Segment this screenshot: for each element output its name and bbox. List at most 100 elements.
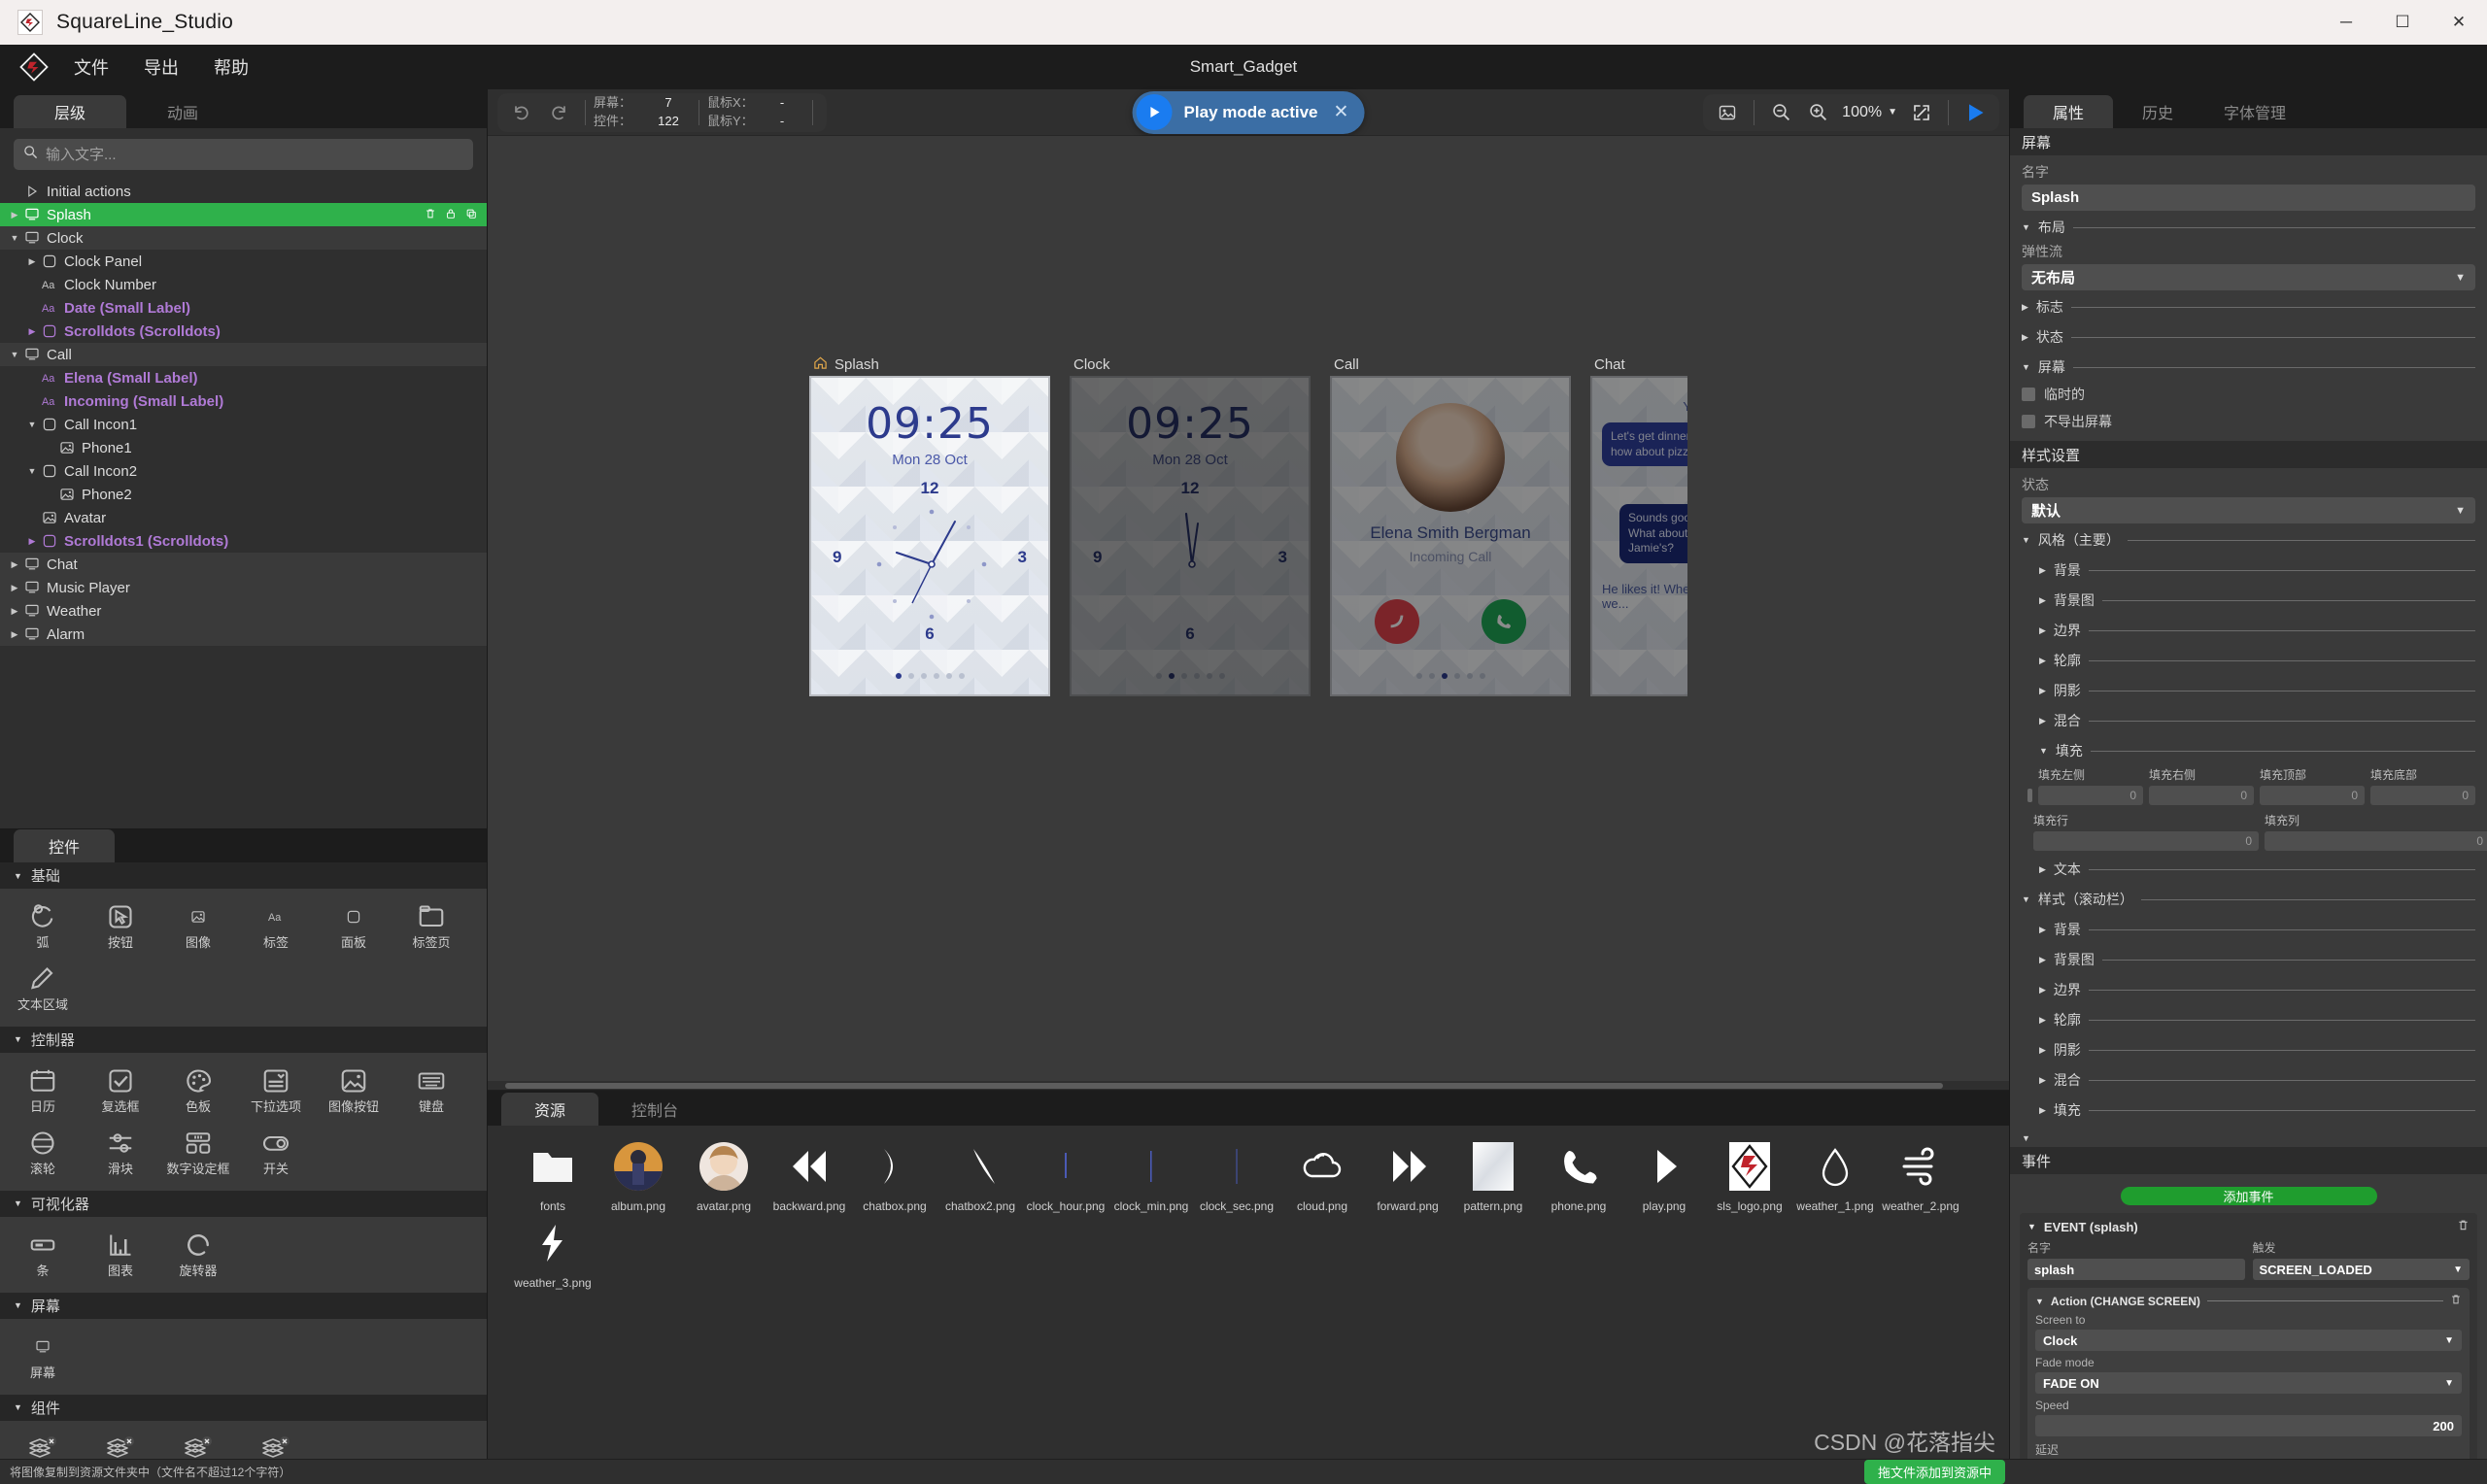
menu-item-export[interactable]: 导出: [126, 45, 196, 89]
menu-item-file[interactable]: 文件: [56, 45, 126, 89]
tree-item[interactable]: ▶Scrolldots1 (Scrolldots): [0, 529, 487, 553]
tree-item[interactable]: ▶Clock Panel: [0, 250, 487, 273]
widget-item[interactable]: 下拉选项: [237, 1059, 315, 1121]
widget-item[interactable]: 色板: [159, 1059, 237, 1121]
widget-item[interactable]: 图像按钮: [315, 1059, 392, 1121]
tree-expand-arrow[interactable]: ▶: [25, 256, 39, 267]
checkbox-noexport[interactable]: [2022, 415, 2035, 428]
tree-expand-arrow[interactable]: ▶: [25, 536, 39, 547]
tree-item[interactable]: ▶Scrolldots (Scrolldots): [0, 320, 487, 343]
asset-item[interactable]: album.png: [596, 1139, 680, 1214]
close-icon[interactable]: ✕: [1334, 101, 1349, 123]
drop-files-button[interactable]: 拖文件添加到资源中: [1864, 1460, 2005, 1484]
widget-item[interactable]: 图像: [159, 894, 237, 957]
tree-expand-arrow[interactable]: ▶: [8, 559, 21, 570]
tree-expand-arrow[interactable]: ▼: [25, 420, 39, 429]
events-collapse-header[interactable]: ▼: [2010, 1124, 2487, 1147]
screen-to-dropdown[interactable]: Clock ▼: [2035, 1330, 2462, 1351]
tree-item[interactable]: Phone2: [0, 483, 487, 506]
tree-expand-arrow[interactable]: ▼: [8, 233, 21, 243]
style-property-group[interactable]: ▶填充: [2010, 1094, 2487, 1124]
screen-card-clock[interactable]: Clock 09:25 Mon 28 Oct 12 3 6 9: [1070, 353, 1330, 696]
add-event-button[interactable]: 添加事件: [2121, 1187, 2377, 1205]
widget-section-header[interactable]: ▼控制器: [0, 1027, 487, 1053]
device-preview-splash[interactable]: 09:25 Mon 28 Oct 12 3 6 9: [809, 376, 1050, 696]
widget-section-header[interactable]: ▼可视化器: [0, 1191, 487, 1217]
widget-item[interactable]: Clock dot: [82, 1427, 159, 1459]
delete-icon[interactable]: [425, 207, 436, 223]
padding-group-header[interactable]: ▼ 填充: [2010, 734, 2487, 764]
event-header-row[interactable]: ▼ EVENT (splash): [2027, 1219, 2470, 1234]
asset-item[interactable]: clock_min.png: [1109, 1139, 1193, 1214]
close-button[interactable]: ✕: [2431, 0, 2487, 45]
asset-item[interactable]: avatar.png: [682, 1139, 766, 1214]
asset-item[interactable]: forward.png: [1366, 1139, 1449, 1214]
checkbox-transient[interactable]: [2022, 388, 2035, 401]
padding-left-input[interactable]: 0: [2038, 786, 2143, 805]
minimize-button[interactable]: ─: [2318, 0, 2374, 45]
asset-item[interactable]: cloud.png: [1280, 1139, 1364, 1214]
widget-item[interactable]: 条: [4, 1223, 82, 1285]
tree-item[interactable]: ▼Call Incon1: [0, 413, 487, 436]
canvas-hscrollbar[interactable]: [488, 1081, 2009, 1090]
asset-item[interactable]: chatbox2.png: [938, 1139, 1022, 1214]
screen-card-call[interactable]: Call Elena Smith Bergman Incoming Call: [1330, 353, 1590, 696]
widget-section-header[interactable]: ▼基础: [0, 862, 487, 889]
tree-item[interactable]: ▶Chat: [0, 553, 487, 576]
asset-item[interactable]: weather_3.png: [511, 1216, 595, 1291]
padding-top-input[interactable]: 0: [2260, 786, 2365, 805]
redo-icon[interactable]: [540, 94, 577, 131]
device-preview-clock[interactable]: 09:25 Mon 28 Oct 12 3 6 9: [1070, 376, 1311, 696]
checkbox-transient-row[interactable]: 临时的: [2010, 381, 2487, 408]
widget-section-header[interactable]: ▼组件: [0, 1395, 487, 1421]
layer-tree[interactable]: Initial actions▶Splash▼Clock▶Clock Panel…: [0, 180, 487, 828]
speed-input[interactable]: 200: [2035, 1415, 2462, 1436]
fit-screen-icon[interactable]: [1903, 94, 1940, 131]
widget-item[interactable]: Alarm comp: [4, 1427, 82, 1459]
action-header-row[interactable]: ▼ Action (CHANGE SCREEN): [2035, 1294, 2462, 1308]
tree-item[interactable]: ▼Clock: [0, 226, 487, 250]
decline-call-button[interactable]: [1375, 599, 1419, 644]
tree-item[interactable]: Initial actions: [0, 180, 487, 203]
tree-item[interactable]: AaElena (Small Label): [0, 366, 487, 389]
asset-item[interactable]: phone.png: [1537, 1139, 1620, 1214]
screen-card-splash[interactable]: Splash 09:25 Mon 28 Oct 12 3 6 9: [809, 353, 1070, 696]
tab-properties[interactable]: 属性: [2024, 95, 2113, 128]
flex-dropdown[interactable]: 无布局 ▼: [2022, 264, 2475, 290]
asset-item[interactable]: pattern.png: [1451, 1139, 1535, 1214]
zoom-out-icon[interactable]: [1762, 94, 1799, 131]
widget-item[interactable]: Aa标签: [237, 894, 315, 957]
padding-row-input[interactable]: 0: [2033, 831, 2259, 851]
tree-item[interactable]: ▼Call: [0, 343, 487, 366]
screen-card-chat[interactable]: Chat Yesterday Let's get dinner, how abo…: [1590, 353, 1687, 696]
undo-icon[interactable]: [503, 94, 540, 131]
tree-expand-arrow[interactable]: ▶: [8, 210, 21, 220]
tree-row-buttons[interactable]: [425, 207, 477, 223]
menu-item-help[interactable]: 帮助: [196, 45, 266, 89]
padding-bottom-input[interactable]: 0: [2370, 786, 2475, 805]
tree-item[interactable]: AaIncoming (Small Label): [0, 389, 487, 413]
widget-item[interactable]: 文本区域: [4, 957, 82, 1019]
tree-item[interactable]: Avatar: [0, 506, 487, 529]
widget-item[interactable]: 数字设定框: [159, 1121, 237, 1183]
style-property-group[interactable]: ▶混合: [2010, 704, 2487, 734]
widget-item[interactable]: 屏幕: [4, 1325, 82, 1387]
widget-item[interactable]: 复选框: [82, 1059, 159, 1121]
tab-assets[interactable]: 资源: [501, 1093, 598, 1126]
widget-item[interactable]: 标签页: [392, 894, 470, 957]
tree-expand-arrow[interactable]: ▶: [8, 629, 21, 640]
event-name-input[interactable]: splash: [2027, 1259, 2245, 1280]
scrollbar-group-header[interactable]: ▼ 样式（滚动栏）: [2010, 883, 2487, 913]
style-property-group[interactable]: ▶轮廓: [2010, 1003, 2487, 1033]
style-property-group[interactable]: ▶背景: [2010, 913, 2487, 943]
tree-item[interactable]: AaDate (Small Label): [0, 296, 487, 320]
screen-group-header[interactable]: ▼ 屏幕: [2010, 351, 2487, 381]
text-group-header[interactable]: ▶ 文本: [2010, 853, 2487, 883]
checkbox-noexport-row[interactable]: 不导出屏幕: [2010, 408, 2487, 435]
run-icon[interactable]: [1957, 94, 1993, 131]
tree-item[interactable]: ▼Call Incon2: [0, 459, 487, 483]
tree-expand-arrow[interactable]: ▶: [8, 583, 21, 593]
tree-item[interactable]: AaClock Number: [0, 273, 487, 296]
asset-item[interactable]: clock_hour.png: [1024, 1139, 1107, 1214]
search-input[interactable]: [46, 147, 463, 163]
